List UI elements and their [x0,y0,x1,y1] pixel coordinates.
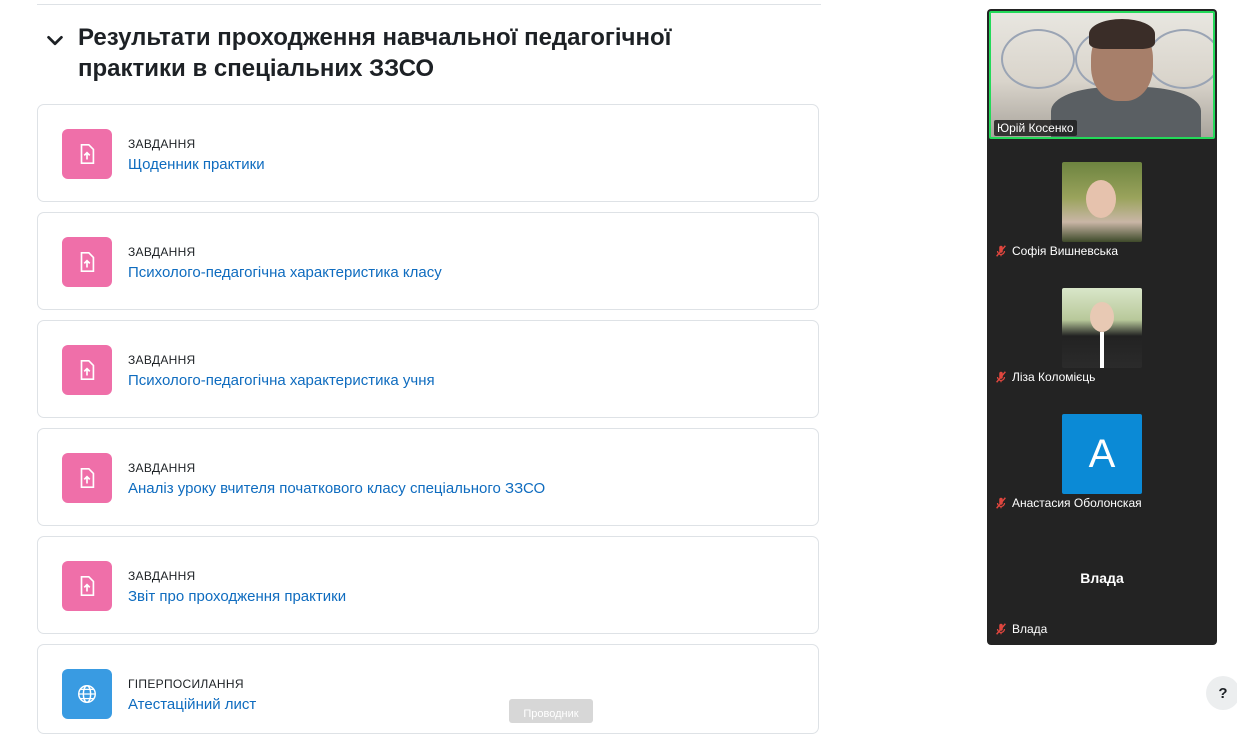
participant-name: Ліза Коломієць [1012,370,1096,384]
participant-tile[interactable]: A Анастасия Оболонская [987,414,1217,540]
assignment-upload-icon [62,453,112,503]
avatar-shirt [1100,332,1104,368]
activity-type: ГІПЕРПОСИЛАННЯ [128,677,244,691]
logo-emblem [1147,29,1213,89]
participant-tile[interactable]: Влада Влада [987,540,1217,666]
globe-icon [62,669,112,719]
activity-type: ЗАВДАННЯ [128,461,196,475]
participant-tile[interactable]: Ліза Коломієць [987,288,1217,414]
mic-muted-icon [996,371,1006,383]
activity-card: ЗАВДАННЯ Звіт про проходження практики [37,536,819,634]
section-header: Результати проходження навчальної педаго… [44,22,804,84]
chevron-down-icon[interactable] [44,30,66,52]
assignment-upload-icon [62,561,112,611]
avatar-face [1086,180,1116,218]
participant-label: Влада [994,622,1047,636]
activity-type: ЗАВДАННЯ [128,245,196,259]
activity-type: ЗАВДАННЯ [128,137,196,151]
assignment-upload-icon [62,129,112,179]
speaker-hair [1089,19,1155,49]
video-call-panel: Юрій Косенко Софія Вишневська Ліза Колом… [987,9,1217,645]
activity-card: ГІПЕРПОСИЛАННЯ Атестаційний лист [37,644,819,734]
speaker-name: Юрій Косенко [994,120,1077,136]
mic-muted-icon [996,245,1006,257]
participant-name: Влада [1012,622,1048,636]
avatar: A [1062,414,1142,494]
activity-link[interactable]: Атестаційний лист [128,696,256,713]
active-speaker-tile[interactable]: Юрій Косенко [989,11,1215,139]
activity-card: ЗАВДАННЯ Психолого-педагогічна характери… [37,212,819,310]
participant-label: Софія Вишневська [994,244,1118,258]
activity-card: ЗАВДАННЯ Аналіз уроку вчителя початковог… [37,428,819,526]
activity-type: ЗАВДАННЯ [128,353,196,367]
mic-muted-icon [996,497,1006,509]
mic-muted-icon [996,623,1006,635]
assignment-upload-icon [62,237,112,287]
activity-card: ЗАВДАННЯ Психолого-педагогічна характери… [37,320,819,418]
participant-label: Ліза Коломієць [994,370,1095,384]
assignment-upload-icon [62,345,112,395]
top-divider [37,4,821,5]
participant-tile[interactable]: Софія Вишневська [987,162,1217,288]
participant-center-name: Влада [1080,570,1124,586]
activity-link[interactable]: Звіт про проходження практики [128,588,346,605]
activity-link[interactable]: Аналіз уроку вчителя початкового класу с… [128,480,545,497]
participant-name: Софія Вишневська [1012,244,1119,258]
activity-type: ЗАВДАННЯ [128,569,196,583]
activity-link[interactable]: Психолого-педагогічна характеристика кла… [128,264,442,281]
activity-card: ЗАВДАННЯ Щоденник практики [37,104,819,202]
presenter-badge[interactable]: Проводник [509,699,593,723]
logo-emblem [1001,29,1075,89]
participant-name: Анастасия Оболонская [1012,496,1142,510]
avatar [1062,162,1142,242]
help-button[interactable]: ? [1206,676,1237,710]
activity-link[interactable]: Психолого-педагогічна характеристика учн… [128,372,435,389]
avatar-face [1090,302,1114,332]
section-title: Результати проходження навчальної педаго… [78,24,672,82]
activity-link[interactable]: Щоденник практики [128,156,265,173]
avatar [1062,288,1142,368]
participant-label: Анастасия Оболонская [994,496,1142,510]
